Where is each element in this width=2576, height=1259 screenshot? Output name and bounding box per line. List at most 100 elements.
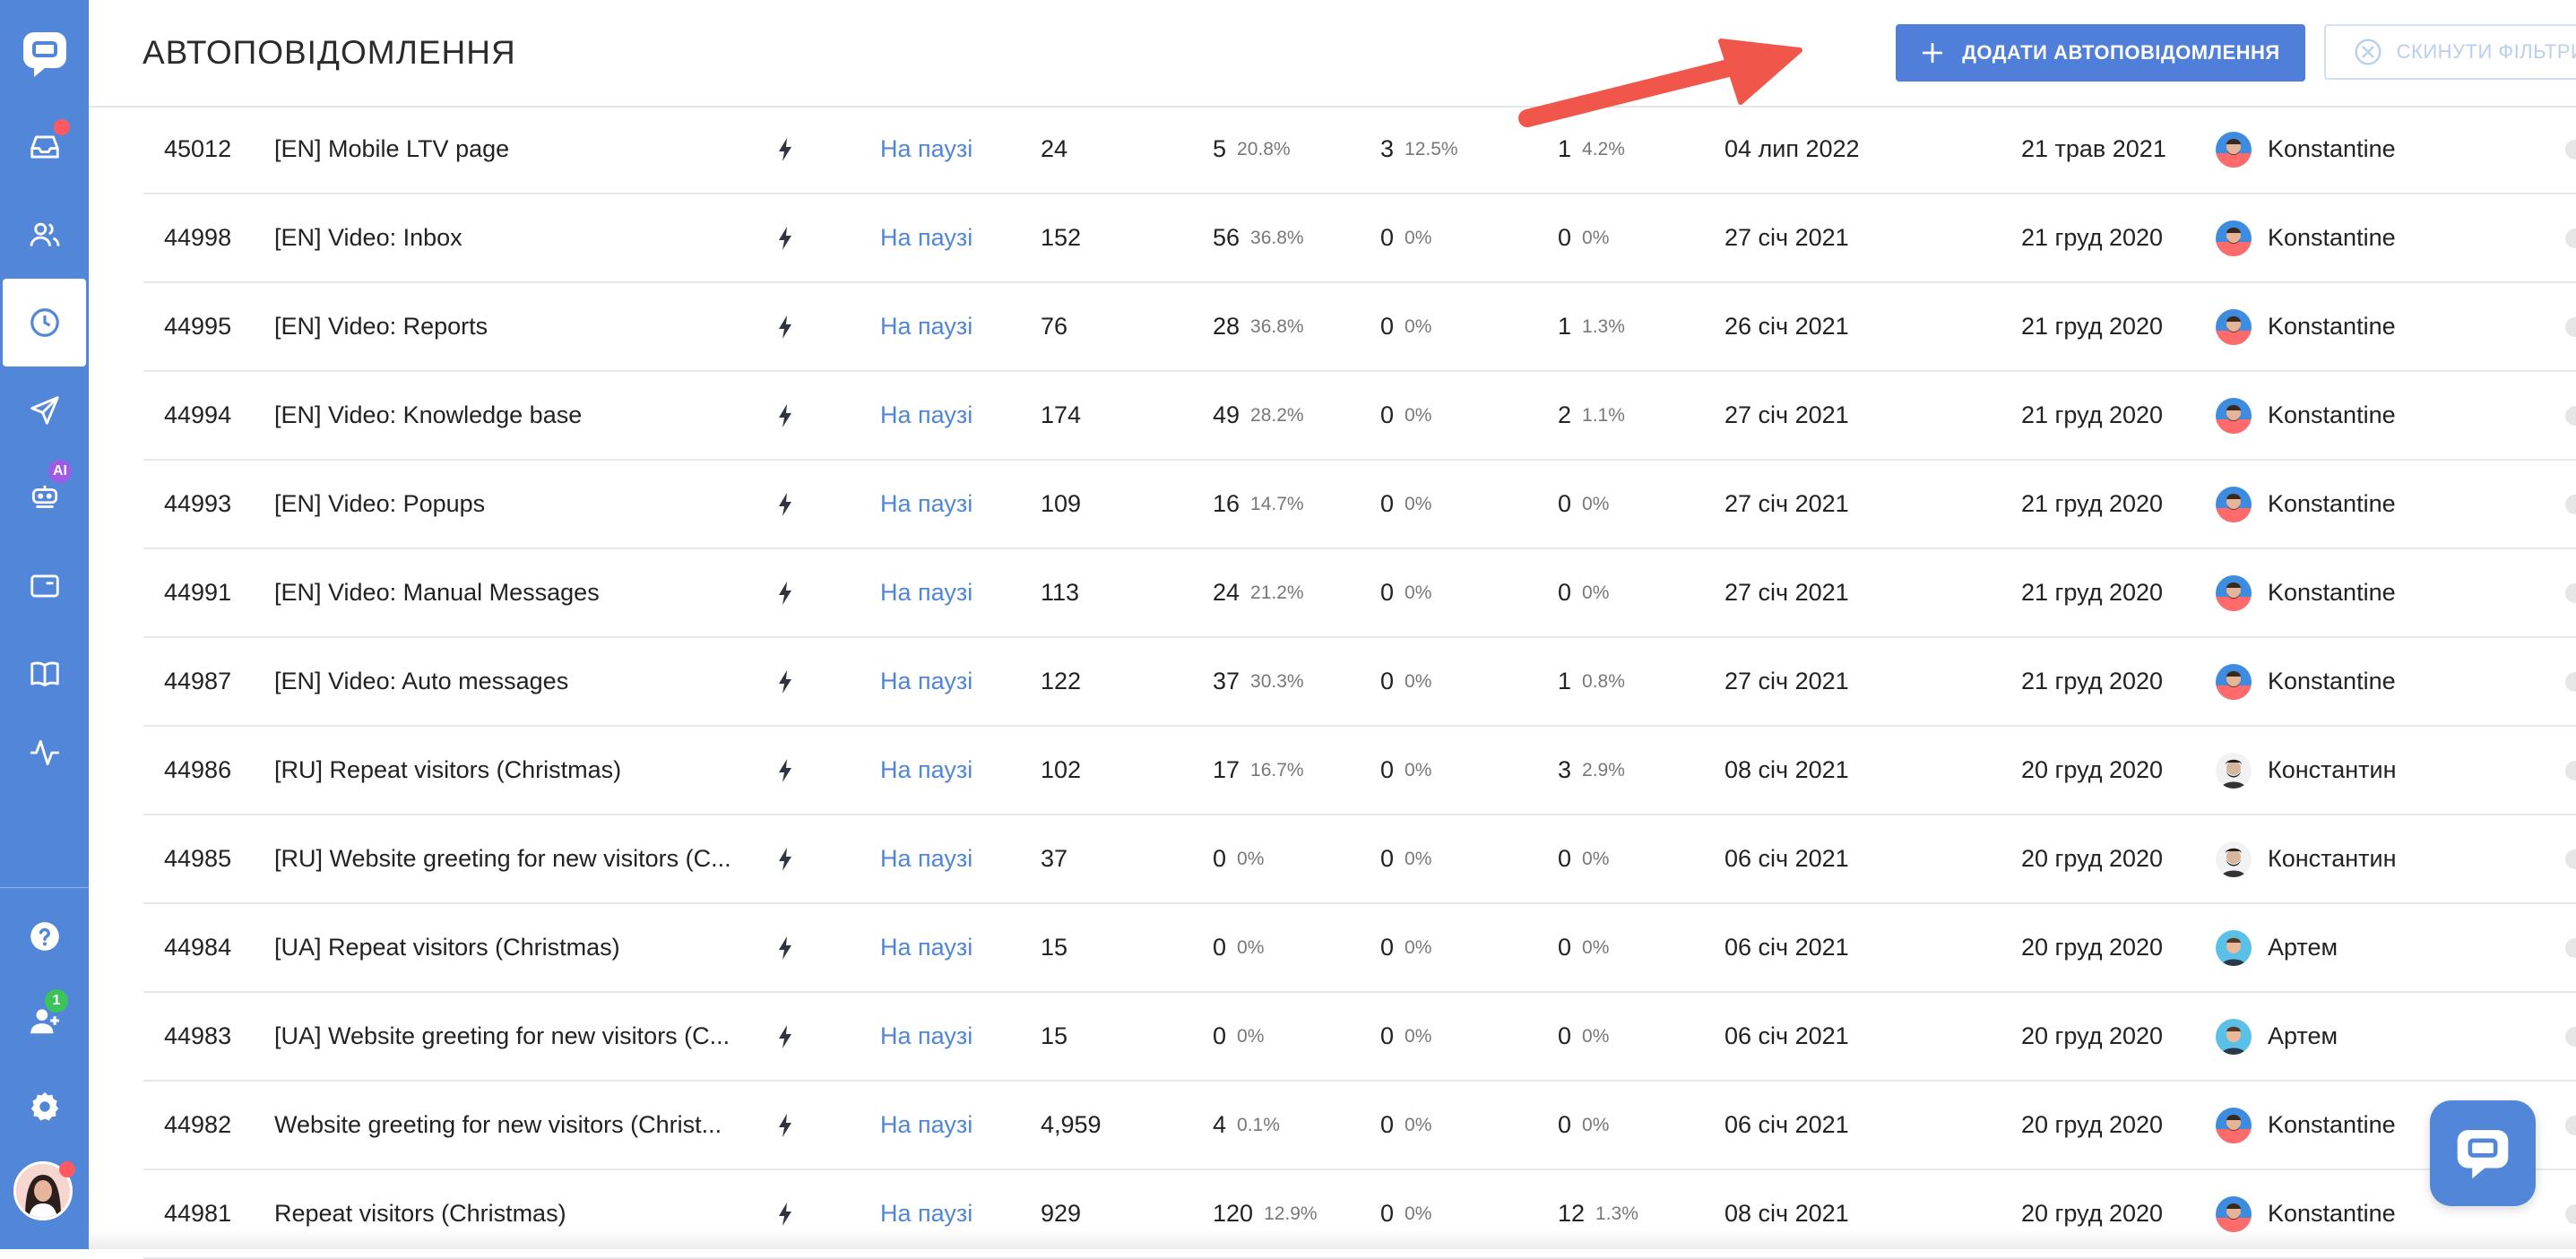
row-title-cell[interactable]: [EN] Video: Inbox bbox=[274, 194, 731, 281]
metric-1-value: 17 bbox=[1213, 756, 1240, 783]
table-row[interactable]: 45012 [EN] Mobile LTV page На паузі 24 5 20.8… bbox=[143, 106, 2576, 194]
row-title[interactable]: [RU] Repeat visitors (Christmas) bbox=[274, 756, 731, 784]
sidebar-item-knowledge-base[interactable] bbox=[0, 630, 89, 718]
row-toggle[interactable] bbox=[2565, 1116, 2576, 1135]
status-link[interactable]: На паузі bbox=[880, 106, 972, 193]
status-link[interactable]: На паузі bbox=[880, 461, 972, 548]
sidebar-item-popups[interactable] bbox=[0, 542, 89, 630]
table-row[interactable]: 44982 Website greeting for new visitors (… bbox=[143, 1082, 2576, 1170]
metric-1: 28 36.8% bbox=[1213, 283, 1304, 370]
status-link[interactable]: На паузі bbox=[880, 904, 972, 991]
status-link[interactable]: На паузі bbox=[880, 638, 972, 725]
avatar-notification-dot bbox=[59, 1161, 75, 1177]
reset-button-label: СКИНУТИ ФІЛЬТРИ bbox=[2396, 40, 2576, 63]
sidebar-item-inbox[interactable] bbox=[0, 103, 89, 191]
table-row[interactable]: 44991 [EN] Video: Manual Messages На паузі… bbox=[143, 549, 2576, 638]
metric-1: 17 16.7% bbox=[1213, 727, 1304, 814]
sidebar-item-auto-messages[interactable] bbox=[3, 279, 86, 366]
row-toggle[interactable] bbox=[2565, 761, 2576, 780]
row-toggle[interactable] bbox=[2565, 1027, 2576, 1047]
row-title-cell[interactable]: [EN] Video: Reports bbox=[274, 283, 731, 370]
row-title-cell[interactable]: [EN] Video: Knowledge base bbox=[274, 372, 731, 459]
author: Артем bbox=[2216, 993, 2338, 1080]
status-link[interactable]: На паузі bbox=[880, 549, 972, 636]
row-toggle[interactable] bbox=[2565, 317, 2576, 337]
author-name: Артем bbox=[2268, 934, 2338, 961]
author-avatar bbox=[2216, 752, 2252, 789]
metric-3: 0 0% bbox=[1558, 549, 1609, 636]
row-title-cell[interactable]: [RU] Website greeting for new visitors (… bbox=[274, 815, 731, 902]
metric-1-percent: 0.1% bbox=[1237, 1114, 1280, 1135]
sidebar-item-help[interactable] bbox=[0, 893, 89, 980]
row-toggle[interactable] bbox=[2565, 406, 2576, 426]
row-title[interactable]: [EN] Video: Auto messages bbox=[274, 668, 731, 695]
row-toggle[interactable] bbox=[2565, 938, 2576, 958]
table-row[interactable]: 44983 [UA] Website greeting for new visit… bbox=[143, 993, 2576, 1082]
table-row[interactable]: 44995 [EN] Video: Reports На паузі 76 28 36.8… bbox=[143, 283, 2576, 372]
status-link[interactable]: На паузі bbox=[880, 283, 972, 370]
row-title-cell[interactable]: [EN] Mobile LTV page bbox=[274, 106, 731, 193]
row-title[interactable]: Repeat visitors (Christmas) bbox=[274, 1200, 731, 1228]
sidebar-item-settings[interactable] bbox=[0, 1063, 89, 1151]
row-title[interactable]: [EN] Mobile LTV page bbox=[274, 135, 731, 163]
row-title-cell[interactable]: [UA] Website greeting for new visitors (… bbox=[274, 993, 731, 1080]
row-title[interactable]: [EN] Video: Manual Messages bbox=[274, 579, 731, 607]
row-title[interactable]: [EN] Video: Popups bbox=[274, 490, 731, 518]
status-link[interactable]: На паузі bbox=[880, 993, 972, 1080]
table-row[interactable]: 44984 [UA] Repeat visitors (Christmas) На … bbox=[143, 904, 2576, 993]
row-toggle[interactable] bbox=[2565, 849, 2576, 869]
metric-2: 0 0% bbox=[1380, 993, 1431, 1080]
row-toggle[interactable] bbox=[2565, 1204, 2576, 1224]
add-auto-message-button[interactable]: ДОДАТИ АВТОПОВІДОМЛЕННЯ bbox=[1896, 24, 2305, 82]
sidebar-item-team[interactable]: 1 bbox=[0, 977, 89, 1065]
table-row[interactable]: 44993 [EN] Video: Popups На паузі 109 16 14.7… bbox=[143, 461, 2576, 549]
status-link[interactable]: На паузі bbox=[880, 727, 972, 814]
row-toggle[interactable] bbox=[2565, 583, 2576, 603]
row-toggle[interactable] bbox=[2565, 495, 2576, 514]
table-row[interactable]: 44987 [EN] Video: Auto messages На паузі 12… bbox=[143, 638, 2576, 727]
row-id: 44983 bbox=[164, 1022, 232, 1049]
metric-2-percent: 0% bbox=[1405, 759, 1432, 780]
row-title[interactable]: [UA] Website greeting for new visitors (… bbox=[274, 1022, 731, 1050]
table-row[interactable]: 44985 [RU] Website greeting for new visit… bbox=[143, 815, 2576, 904]
sidebar-item-reports[interactable] bbox=[0, 709, 89, 797]
row-toggle[interactable] bbox=[2565, 229, 2576, 248]
status-link[interactable]: На паузі bbox=[880, 372, 972, 459]
metric-1-percent: 0% bbox=[1237, 936, 1265, 958]
table-row[interactable]: 44998 [EN] Video: Inbox На паузі 152 56 36.8%… bbox=[143, 194, 2576, 283]
row-title[interactable]: [UA] Repeat visitors (Christmas) bbox=[274, 934, 731, 961]
status-link[interactable]: На паузі bbox=[880, 815, 972, 902]
row-toggle[interactable] bbox=[2565, 672, 2576, 692]
status-link[interactable]: На паузі bbox=[880, 194, 972, 281]
notification-dot bbox=[54, 119, 70, 135]
sidebar-item-users[interactable] bbox=[0, 191, 89, 279]
row-title[interactable]: [EN] Video: Reports bbox=[274, 313, 731, 341]
reset-filters-button[interactable]: СКИНУТИ ФІЛЬТРИ bbox=[2324, 24, 2576, 80]
row-title-cell[interactable]: [UA] Repeat visitors (Christmas) bbox=[274, 904, 731, 991]
row-title[interactable]: [RU] Website greeting for new visitors (… bbox=[274, 845, 731, 873]
row-toggle[interactable] bbox=[2565, 140, 2576, 160]
metric-3: 0 0% bbox=[1558, 904, 1609, 991]
metric-3-percent: 2.9% bbox=[1582, 759, 1625, 780]
row-title-cell[interactable]: [RU] Repeat visitors (Christmas) bbox=[274, 727, 731, 814]
row-title[interactable]: [EN] Video: Inbox bbox=[274, 224, 731, 252]
metric-3-percent: 0% bbox=[1582, 227, 1610, 248]
row-title-cell[interactable]: [EN] Video: Auto messages bbox=[274, 638, 731, 725]
row-title-cell[interactable]: [EN] Video: Manual Messages bbox=[274, 549, 731, 636]
logo-chat-icon[interactable] bbox=[20, 29, 70, 79]
row-title[interactable]: [EN] Video: Knowledge base bbox=[274, 401, 731, 429]
table-row[interactable]: 44986 [RU] Repeat visitors (Christmas) На … bbox=[143, 727, 2576, 815]
metric-2: 0 0% bbox=[1380, 549, 1431, 636]
row-title-cell[interactable]: [EN] Video: Popups bbox=[274, 461, 731, 548]
sidebar-item-bots[interactable]: AI bbox=[0, 454, 89, 542]
chat-widget-button[interactable] bbox=[2430, 1100, 2536, 1206]
metric-2: 0 0% bbox=[1380, 194, 1431, 281]
status-link[interactable]: На паузі bbox=[880, 1082, 972, 1168]
sidebar-item-manual-messages[interactable] bbox=[0, 366, 89, 454]
table-row[interactable]: 44994 [EN] Video: Knowledge base На паузі 1… bbox=[143, 372, 2576, 461]
metric-3-value: 0 bbox=[1558, 845, 1572, 872]
row-title[interactable]: Website greeting for new visitors (Chris… bbox=[274, 1111, 731, 1139]
row-title-cell[interactable]: Website greeting for new visitors (Chris… bbox=[274, 1082, 731, 1168]
last-sent-date: 27 січ 2021 bbox=[1725, 401, 1849, 428]
metric-1: 0 0% bbox=[1213, 815, 1264, 902]
